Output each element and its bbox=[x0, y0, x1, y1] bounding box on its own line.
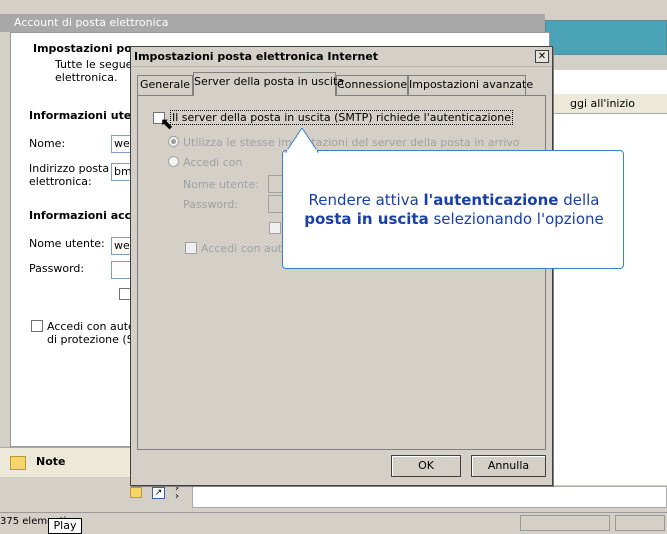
user-info-heading: Informazioni uten bbox=[29, 109, 140, 122]
chevron-down-icon[interactable]: › › bbox=[175, 484, 179, 502]
password-field[interactable] bbox=[111, 261, 131, 279]
remember-checkbox[interactable] bbox=[269, 222, 281, 234]
use-same-settings-label: Utilizza le stesse impostazioni del serv… bbox=[183, 136, 520, 149]
tutorial-callout: Rendere attiva l'autenticazione della pos… bbox=[282, 150, 624, 269]
spa-auth-checkbox[interactable] bbox=[185, 242, 197, 254]
ok-button[interactable]: OK bbox=[391, 455, 461, 477]
folder-icon[interactable] bbox=[130, 487, 142, 498]
right-list-panel bbox=[552, 70, 667, 485]
tab-connection[interactable]: Connessione bbox=[336, 75, 408, 95]
header-desc-1: Tutte le seguen bbox=[55, 58, 140, 71]
callout-pointer bbox=[285, 128, 319, 153]
smtp-auth-label[interactable]: Il server della posta in uscita (SMTP) r… bbox=[170, 110, 513, 125]
login-with-radio[interactable] bbox=[168, 156, 179, 167]
right-column-header[interactable]: ggi all'inizio bbox=[552, 94, 667, 114]
password-label: Password: bbox=[183, 198, 239, 211]
status-cell-2 bbox=[615, 515, 665, 531]
notes-bar[interactable]: Note bbox=[0, 447, 130, 477]
dialog-title: Impostazioni posta elettronica Internet bbox=[131, 47, 552, 67]
login-with-label: Accedi con bbox=[183, 156, 243, 169]
bottom-pane bbox=[192, 486, 667, 508]
email-field[interactable]: bm bbox=[111, 163, 131, 181]
close-icon[interactable]: ✕ bbox=[535, 50, 549, 63]
access-info-heading: Informazioni acce bbox=[29, 209, 139, 222]
status-bar: 375 elementi bbox=[0, 512, 667, 534]
password-label: Password: bbox=[29, 262, 85, 275]
email-label-2: elettronica: bbox=[29, 175, 92, 188]
username-field[interactable]: we bbox=[111, 237, 131, 255]
tab-outgoing-server[interactable]: Server della posta in uscita bbox=[193, 72, 344, 96]
status-cell bbox=[520, 515, 610, 531]
background-window-title: Account di posta elettronica bbox=[0, 14, 545, 32]
spa-checkbox[interactable] bbox=[31, 320, 43, 332]
header-desc-2: elettronica. bbox=[55, 71, 118, 84]
accent-block bbox=[545, 20, 667, 55]
notes-icon bbox=[10, 456, 26, 470]
email-label-1: Indirizzo posta bbox=[29, 162, 110, 175]
tab-advanced[interactable]: Impostazioni avanzate bbox=[408, 75, 533, 95]
callout-text: Rendere attiva l'autenticazione della pos… bbox=[304, 191, 604, 228]
play-button[interactable]: Play bbox=[48, 518, 82, 534]
username-label: Nome utente: bbox=[29, 237, 105, 250]
name-label: Nome: bbox=[29, 137, 66, 150]
spa-label-1: Accedi con auten bbox=[47, 320, 142, 333]
use-same-settings-radio[interactable] bbox=[168, 136, 179, 147]
shortcut-icon[interactable]: ↗ bbox=[152, 487, 165, 499]
cancel-button[interactable]: Annulla bbox=[471, 455, 546, 477]
notes-label: Note bbox=[36, 455, 66, 468]
name-field[interactable]: we bbox=[111, 135, 131, 153]
spa-label-2: di protezione (SP bbox=[47, 333, 141, 346]
header-title: Impostazioni pos bbox=[33, 42, 139, 55]
username-label: Nome utente: bbox=[183, 178, 259, 191]
cursor-icon: ⬉ bbox=[160, 114, 174, 133]
tab-general[interactable]: Generale bbox=[137, 75, 193, 95]
